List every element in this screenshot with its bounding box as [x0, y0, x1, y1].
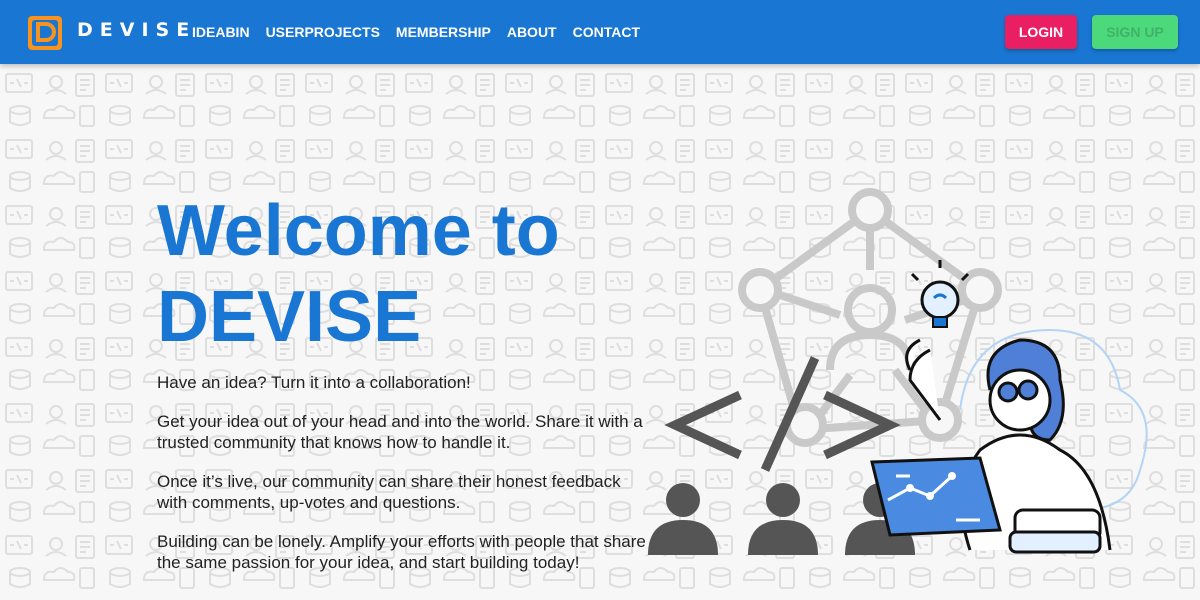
hero-title-line2: DEVISE [157, 277, 422, 357]
user-icon [826, 284, 914, 371]
hero-illustration [648, 188, 1148, 555]
hero-title-line1: Welcome to [157, 191, 560, 271]
nav-links: IDEABIN USERPROJECTS MEMBERSHIP ABOUT CO… [192, 24, 640, 40]
laptop-icon [870, 456, 1002, 537]
network-icon [738, 188, 1002, 447]
hero-paragraph-3: Once it’s live, our community can share … [157, 472, 621, 512]
hero-paragraph-2: Get your idea out of your head and into … [157, 412, 643, 452]
people-icons [648, 483, 915, 555]
navbar: DEVISE IDEABIN USERPROJECTS MEMBERSHIP A… [0, 0, 1200, 64]
hero-paragraph-1: Have an idea? Turn it into a collaborati… [157, 373, 471, 392]
hero-paragraph-4: Building can be lonely. Amplify your eff… [157, 532, 646, 572]
nav-link-about[interactable]: ABOUT [507, 24, 557, 40]
nav-link-membership[interactable]: MEMBERSHIP [396, 24, 491, 40]
hero-title: Welcome to DEVISE [157, 188, 560, 360]
login-button[interactable]: LOGIN [1005, 15, 1077, 49]
signup-button[interactable]: SIGN UP [1092, 15, 1178, 49]
brand-name[interactable]: DEVISE [77, 19, 196, 41]
logo-icon[interactable] [26, 12, 66, 52]
nav-link-ideabin[interactable]: IDEABIN [192, 24, 250, 40]
nav-link-contact[interactable]: CONTACT [573, 24, 640, 40]
nav-link-userprojects[interactable]: USERPROJECTS [266, 24, 380, 40]
